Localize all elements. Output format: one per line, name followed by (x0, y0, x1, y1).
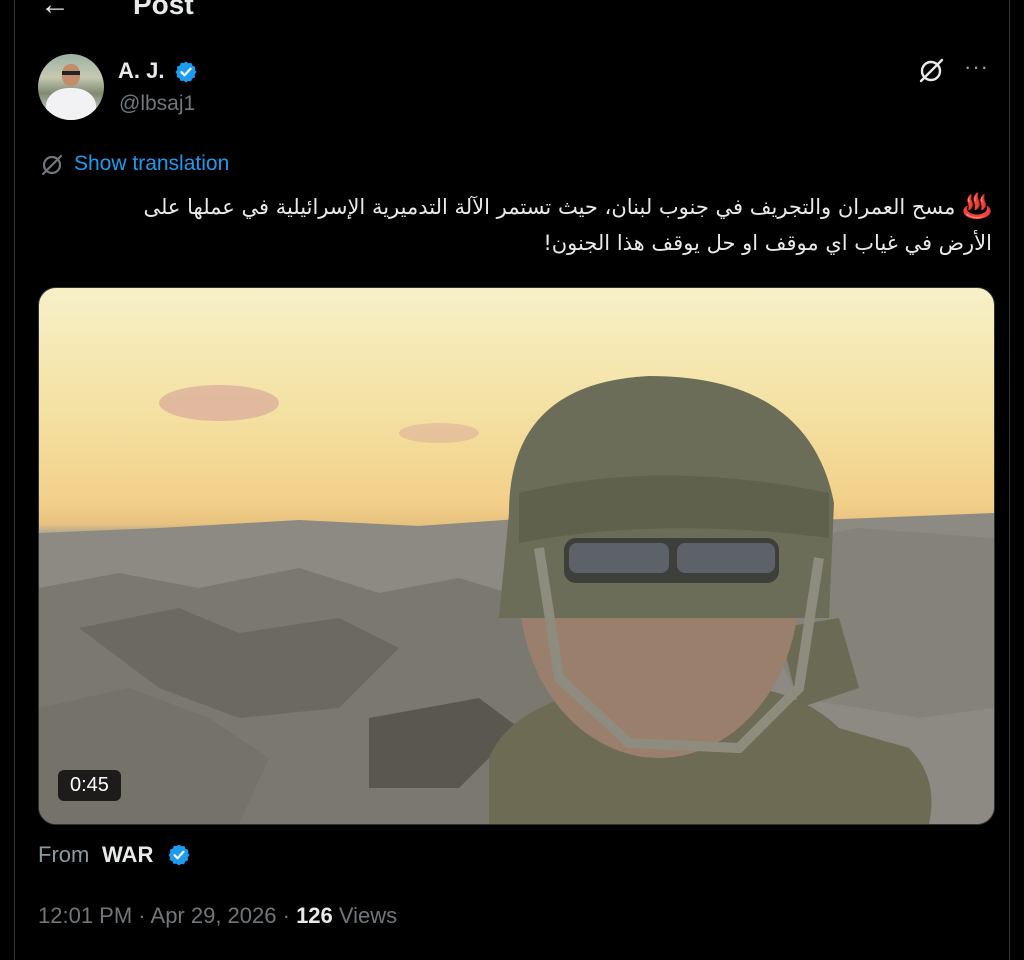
window-edge-left (0, 0, 15, 960)
page-header: ← Post (0, 0, 1024, 24)
source-account-link[interactable]: WAR (102, 842, 153, 868)
more-options-icon[interactable]: ··· (964, 54, 989, 80)
post-date[interactable]: Apr 29, 2026 (151, 903, 277, 928)
back-arrow-icon[interactable]: ← (40, 0, 70, 20)
verified-badge-icon (175, 61, 197, 83)
show-translation-link[interactable]: Show translation (74, 152, 229, 176)
video-duration-badge: 0:45 (58, 770, 121, 801)
grok-icon[interactable] (916, 56, 946, 86)
video-player[interactable] (38, 287, 995, 825)
post-meta: 12:01 PM · Apr 29, 2026 · 126 Views (38, 903, 398, 928)
avatar[interactable] (38, 54, 104, 120)
translate-icon (41, 154, 63, 176)
author-handle[interactable]: @lbsaj1 (119, 92, 195, 116)
post-body: مسح العمران والتجريف في جنوب لبنان، حيث … (143, 195, 992, 255)
post-time[interactable]: 12:01 PM (38, 903, 132, 928)
views-label: Views (332, 903, 398, 928)
hot-springs-emoji-icon: ♨️ (962, 192, 992, 220)
post-text: ♨️ مسح العمران والتجريف في جنوب لبنان، ح… (96, 188, 992, 261)
window-edge-right (1009, 0, 1024, 960)
from-label: From (38, 842, 90, 867)
views-count: 126 (296, 903, 333, 928)
source-verified-badge-icon (168, 844, 190, 866)
page-title: Post (133, 0, 194, 20)
author-name[interactable]: A. J. (118, 58, 164, 84)
video-thumbnail (39, 376, 994, 824)
